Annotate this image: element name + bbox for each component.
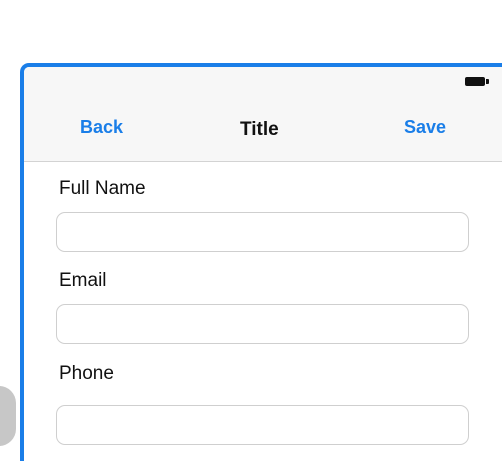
- save-button[interactable]: Save: [404, 117, 446, 138]
- navigation-bar: Back Title Save: [24, 95, 502, 162]
- email-label: Email: [59, 270, 107, 291]
- battery-icon: [465, 77, 489, 86]
- battery-tip: [486, 79, 489, 84]
- back-button[interactable]: Back: [80, 117, 123, 138]
- side-handle[interactable]: [0, 386, 16, 446]
- phone-input[interactable]: [56, 405, 469, 445]
- battery-body: [465, 77, 485, 86]
- phone-label: Phone: [59, 363, 114, 384]
- page: Back Title Save Full Name Email Phone: [0, 0, 502, 461]
- full-name-input[interactable]: [56, 212, 469, 252]
- device-frame: Back Title Save Full Name Email Phone: [20, 63, 502, 461]
- page-title: Title: [240, 119, 279, 140]
- email-input[interactable]: [56, 304, 469, 344]
- status-bar: [24, 67, 502, 95]
- full-name-label: Full Name: [59, 178, 146, 199]
